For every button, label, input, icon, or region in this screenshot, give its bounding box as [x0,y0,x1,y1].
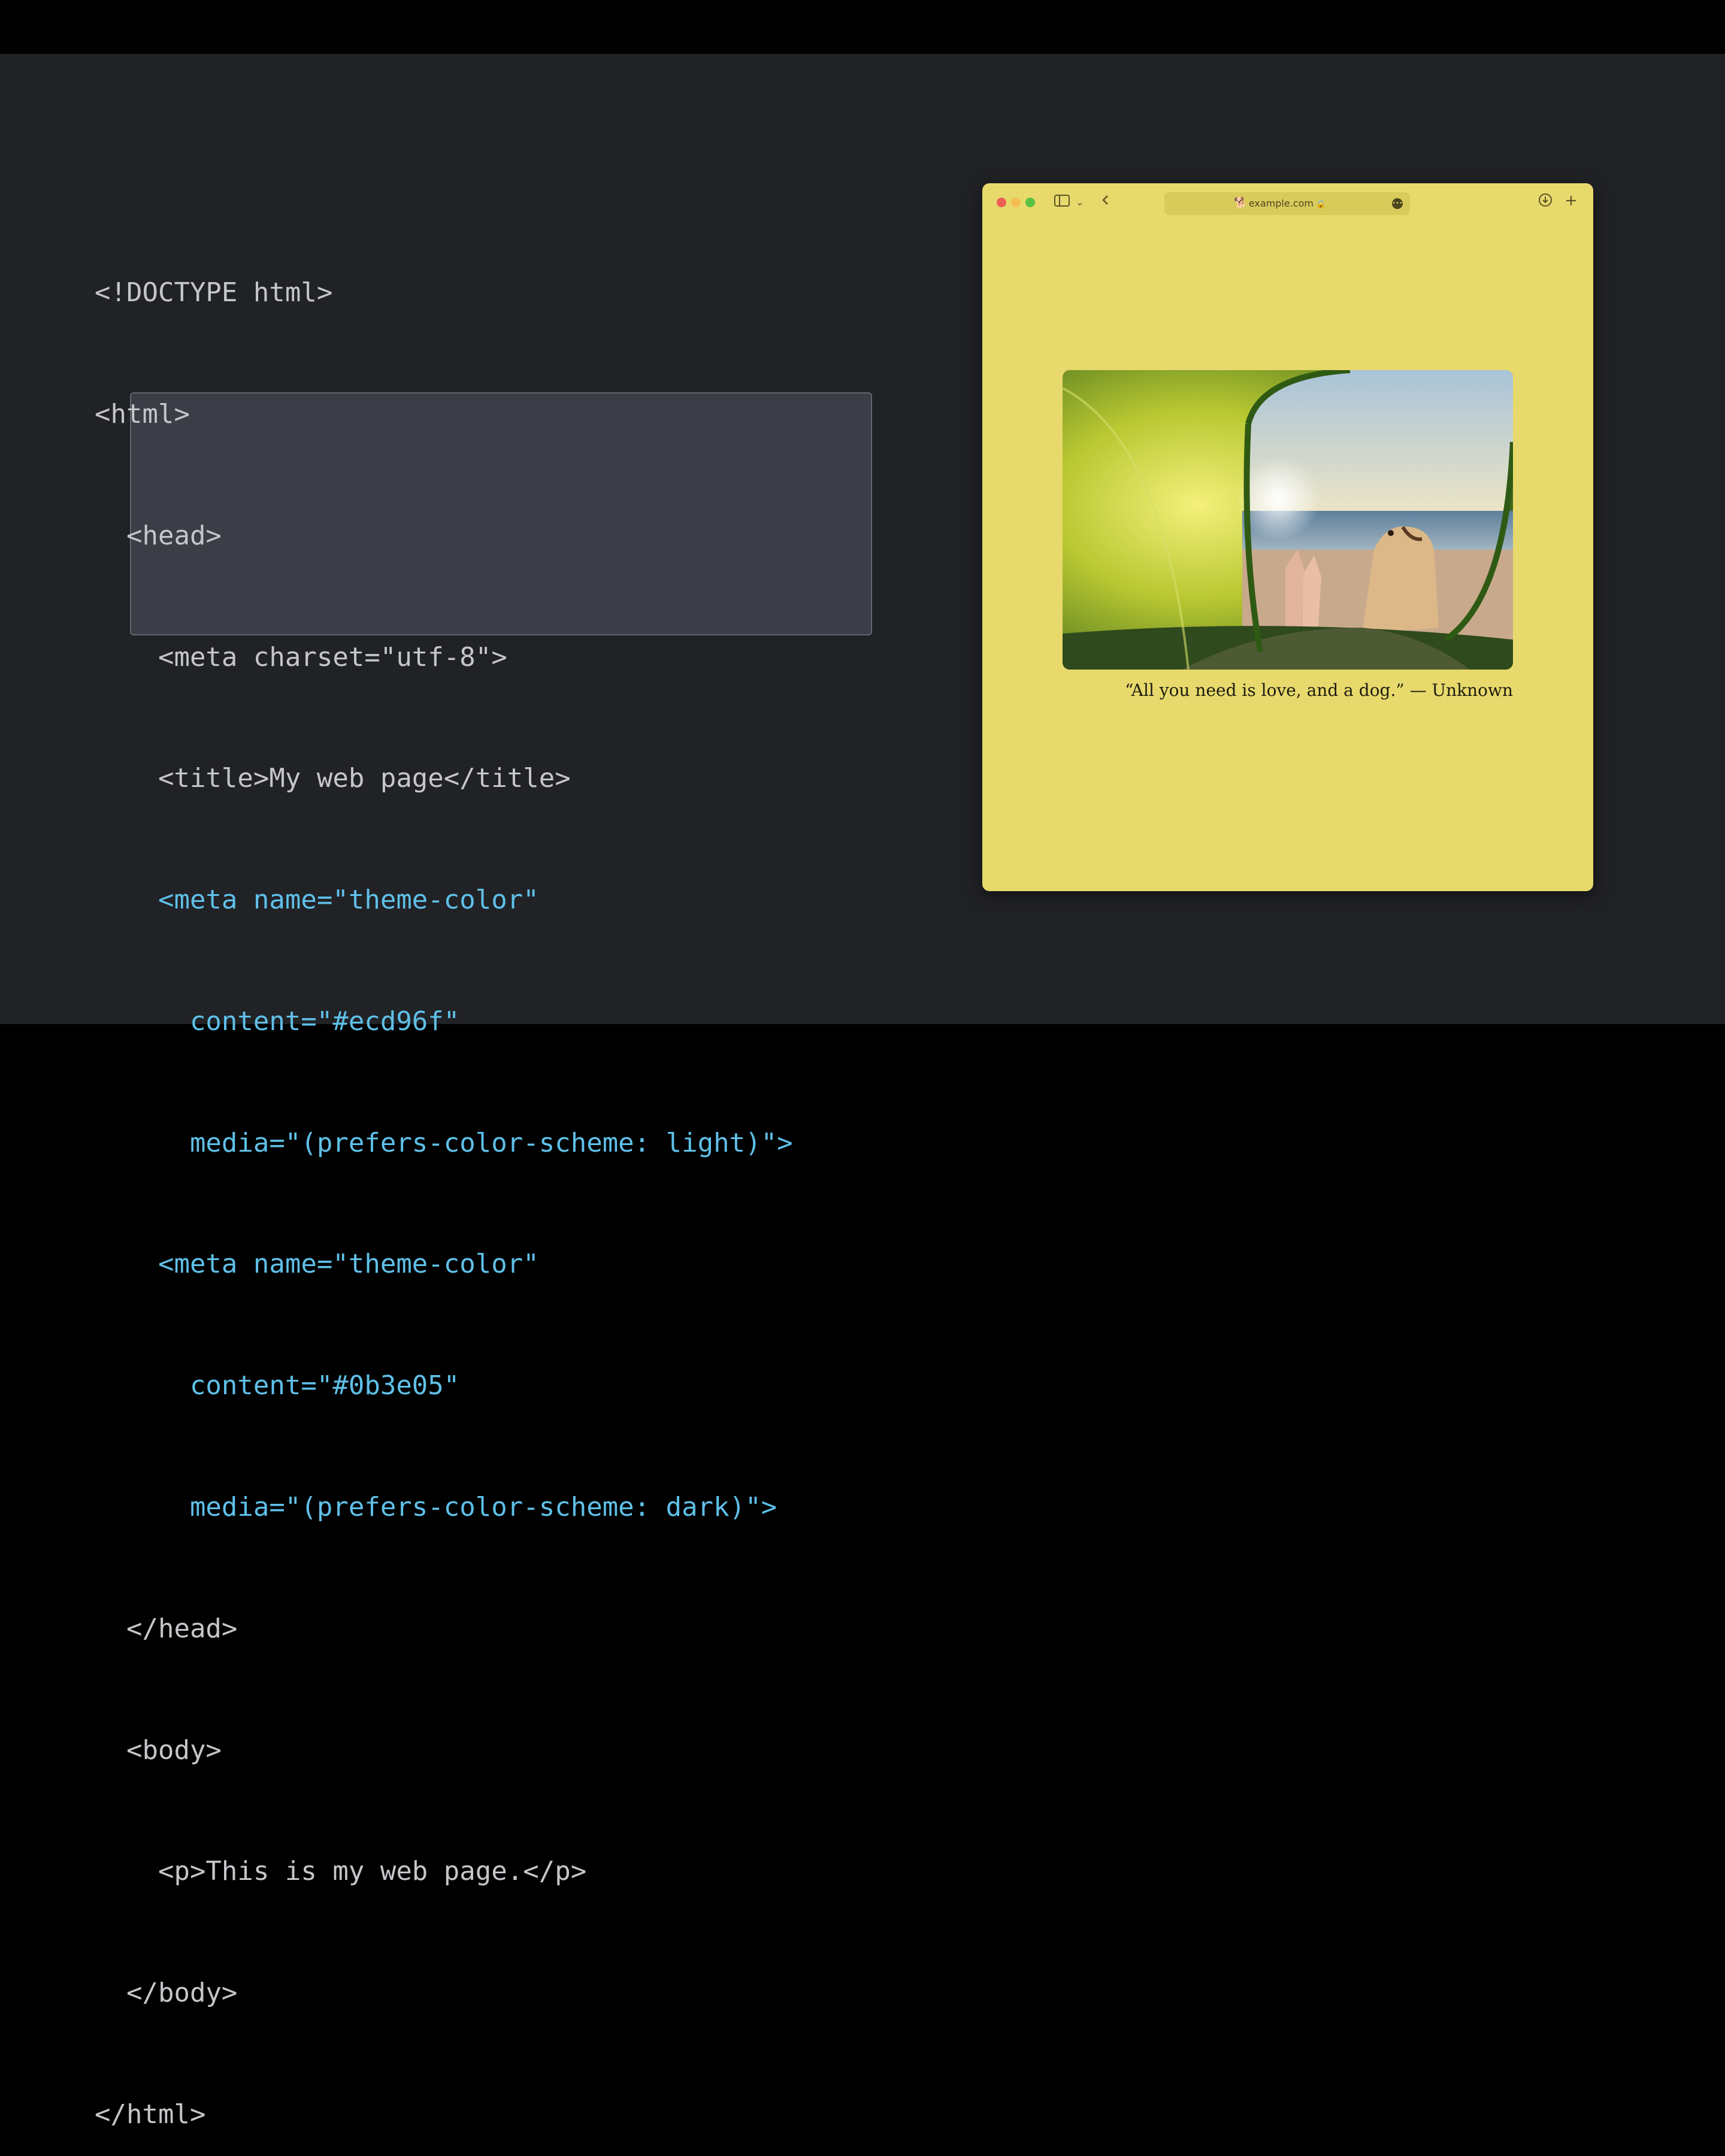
code-line: <meta charset="utf-8"> [95,641,507,673]
code-listing: <!DOCTYPE html> <html> <head> <meta char… [95,192,793,2156]
dog-icon: 🐕 [1234,197,1248,210]
code-line-highlighted: media="(prefers-color-scheme: light)"> [95,1127,793,1158]
back-button[interactable] [1101,193,1110,212]
code-line: </body> [95,1978,238,2009]
zoom-window-button[interactable] [1025,198,1035,207]
code-line-highlighted: <meta name="theme-color" [95,1249,539,1280]
code-line: </head> [95,1613,238,1644]
sidebar-icon[interactable] [1054,193,1070,212]
lock-icon: 🔒 [1315,200,1326,209]
chevron-down-icon[interactable]: ⌄ [1076,193,1084,212]
code-line: </html> [95,2099,206,2130]
code-line-highlighted: media="(prefers-color-scheme: dark)"> [95,1492,777,1522]
code-line: <html> [95,398,190,429]
code-line-highlighted: content="#0b3e05" [95,1370,460,1401]
download-icon[interactable] [1538,193,1552,212]
photo-caption: “All you need is love, and a dog.” — Unk… [1125,680,1513,700]
code-line: <p>This is my web page.</p> [95,1856,587,1887]
code-line-highlighted: <meta name="theme-color" [95,885,539,916]
browser-window: ⌄ 🐕 example.com 🔒 ••• “All you need is l… [982,183,1593,891]
address-bar[interactable]: 🐕 example.com 🔒 ••• [1164,192,1410,215]
code-line: <body> [95,1734,222,1766]
address-url: example.com [1248,198,1314,209]
code-line: <head> [95,520,222,551]
code-line-highlighted: content="#ecd96f" [95,1006,460,1037]
close-window-button[interactable] [997,198,1006,207]
slide: <!DOCTYPE html> <html> <head> <meta char… [0,54,1725,2130]
minimize-window-button[interactable] [1011,198,1021,207]
code-line: <title>My web page</title> [95,763,571,794]
tent-beach-dog-photo [1063,370,1513,670]
code-line: <!DOCTYPE html> [95,277,333,308]
more-icon[interactable]: ••• [1392,198,1403,209]
new-tab-button[interactable] [1564,193,1578,212]
browser-toolbar: ⌄ 🐕 example.com 🔒 ••• [982,183,1593,223]
